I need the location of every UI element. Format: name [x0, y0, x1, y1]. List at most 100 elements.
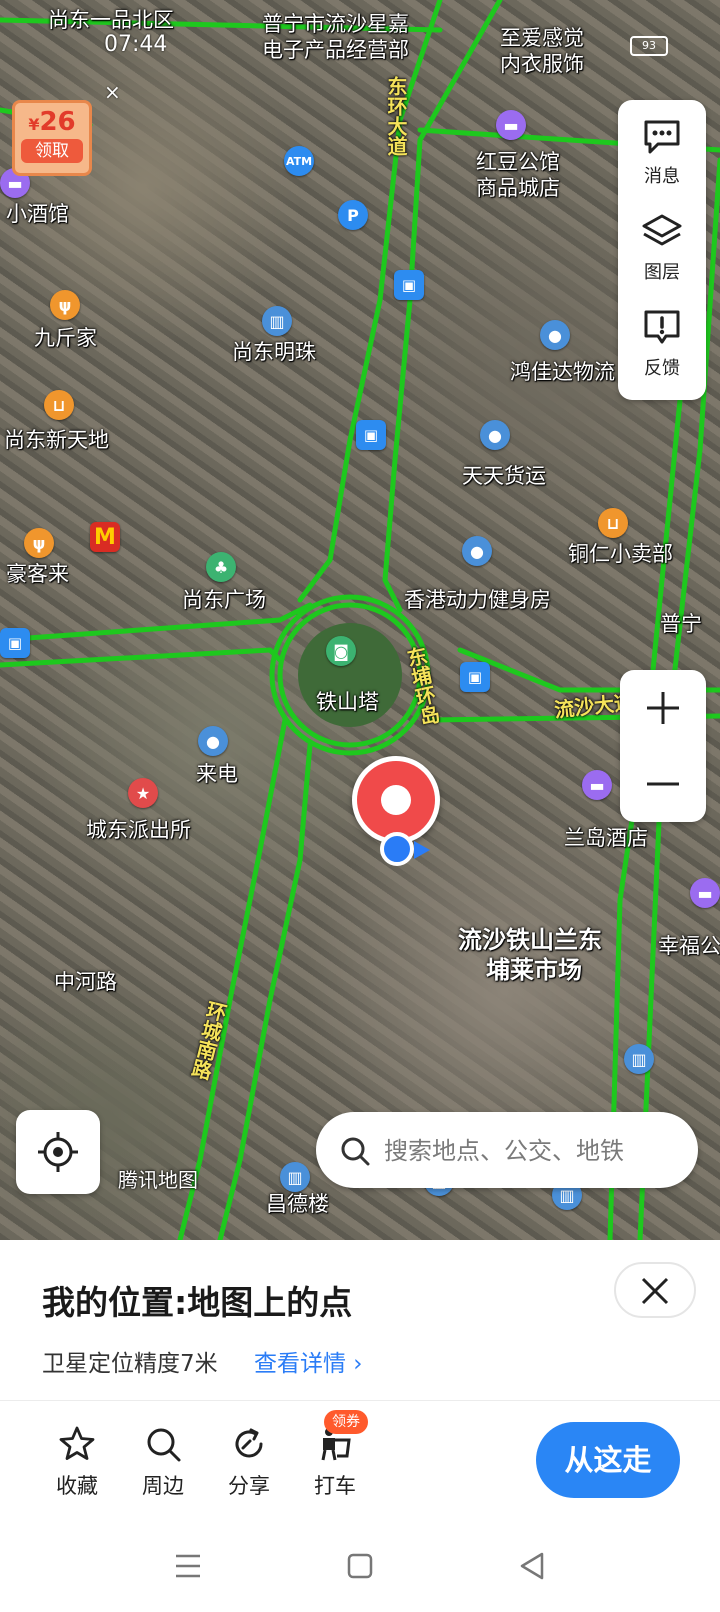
bus-stop-icon[interactable]: ▣ — [0, 628, 30, 658]
status-bar: 07:44 93 — [0, 28, 720, 64]
satellite-map[interactable]: 尚东一品北区 普宁市流沙星嘉 电子产品经营部 至爱感觉 内衣服饰 红豆公馆 商品… — [0, 0, 720, 1240]
police-icon[interactable]: ★ — [128, 778, 158, 808]
park-icon[interactable]: ♣ — [206, 552, 236, 582]
share-icon — [235, 1428, 263, 1458]
place-label[interactable]: 幸福公 — [658, 934, 720, 958]
messages-label: 消息 — [644, 166, 680, 187]
location-poi-icon[interactable]: ● — [198, 726, 228, 756]
share-label: 分享 — [228, 1474, 270, 1498]
plus-icon — [647, 692, 679, 724]
view-details-link[interactable]: 查看详情 › — [254, 1344, 363, 1378]
home-icon[interactable] — [340, 1546, 380, 1586]
layers-icon — [642, 214, 682, 246]
close-button[interactable] — [614, 1262, 696, 1318]
place-label[interactable]: 尚东明珠 — [232, 340, 316, 364]
location-poi-icon[interactable]: ● — [462, 536, 492, 566]
place-label[interactable]: 铁山塔 — [316, 690, 379, 714]
my-location-dot — [380, 832, 414, 866]
taxi-label: 打车 — [314, 1474, 356, 1498]
place-label[interactable]: 普宁 — [660, 612, 702, 636]
taxi-button[interactable]: 打车 领券 — [292, 1410, 378, 1510]
place-label[interactable]: 小酒馆 — [6, 202, 69, 226]
divider — [0, 1400, 720, 1401]
location-poi-icon[interactable]: ● — [480, 420, 510, 450]
coupon-close-icon[interactable]: × — [104, 80, 121, 104]
layers-button[interactable]: 图层 — [618, 200, 706, 292]
hotel-icon[interactable]: ▬ — [582, 770, 612, 800]
location-pin-icon[interactable] — [352, 756, 440, 844]
zoom-out-button[interactable] — [620, 746, 706, 822]
atm-icon[interactable]: ATM — [284, 146, 314, 176]
location-poi-icon[interactable]: ● — [540, 320, 570, 350]
nearby-label: 周边 — [142, 1474, 184, 1498]
menu-icon[interactable] — [168, 1546, 208, 1586]
place-label[interactable]: 埔莱市场 — [486, 958, 582, 982]
mcdonalds-icon[interactable]: M — [90, 522, 120, 552]
star-icon — [59, 1426, 95, 1460]
search-input[interactable] — [382, 1128, 686, 1174]
place-label[interactable]: 中河路 — [54, 970, 117, 994]
zoom-control — [620, 670, 706, 822]
place-label[interactable]: 铜仁小卖部 — [568, 542, 673, 566]
place-label[interactable]: 天天货运 — [462, 464, 546, 488]
layers-label: 图层 — [644, 262, 680, 283]
heading-arrow-icon — [414, 841, 430, 859]
gps-accuracy: 卫星定位精度7米 — [42, 1351, 218, 1377]
search-icon — [341, 1137, 370, 1166]
place-label[interactable]: 九斤家 — [34, 326, 97, 350]
screen: 尚东一品北区 普宁市流沙星嘉 电子产品经营部 至爱感觉 内衣服饰 红豆公馆 商品… — [0, 0, 720, 1612]
zoom-in-button[interactable] — [620, 670, 706, 746]
place-label[interactable]: 商品城店 — [476, 176, 560, 200]
share-button[interactable]: 分享 — [206, 1416, 292, 1510]
side-panel: 消息 图层 反馈 — [618, 100, 706, 400]
place-label[interactable]: 尚东新天地 — [4, 428, 109, 452]
back-icon[interactable] — [512, 1546, 552, 1586]
road-network — [0, 0, 720, 1240]
scenic-spot-icon[interactable]: ◙ — [326, 636, 356, 666]
coupon-amount: ¥26 — [28, 107, 76, 137]
nearby-button[interactable]: 周边 — [120, 1416, 206, 1510]
place-label[interactable]: 城东派出所 — [86, 818, 191, 842]
place-label[interactable]: 兰岛酒店 — [564, 826, 648, 850]
parking-icon[interactable]: P — [338, 200, 368, 230]
shop-icon[interactable]: ⊔ — [598, 508, 628, 538]
locate-me-button[interactable] — [16, 1110, 100, 1194]
food-icon[interactable]: ψ — [24, 528, 54, 558]
road-label: 东环大道 — [384, 76, 408, 156]
go-from-here-button[interactable]: 从这走 — [536, 1422, 680, 1498]
place-label[interactable]: 豪客来 — [6, 562, 69, 586]
message-icon — [644, 120, 680, 154]
place-label[interactable]: 鸿佳达物流 — [510, 360, 615, 384]
bus-stop-icon[interactable]: ▣ — [460, 662, 490, 692]
place-label[interactable]: 来电 — [196, 762, 238, 786]
coupon-card[interactable]: ¥26 领取 — [12, 100, 92, 176]
status-time: 07:44 — [104, 32, 168, 57]
hotel-icon[interactable]: ▬ — [690, 878, 720, 908]
coupon-claim-button[interactable]: 领取 — [21, 139, 83, 163]
building-icon[interactable]: ▥ — [262, 306, 292, 336]
place-label[interactable]: 香港动力健身房 — [404, 588, 551, 612]
search-box[interactable] — [316, 1112, 698, 1188]
coupon-badge: 领券 — [324, 1410, 368, 1434]
place-title: 我的位置:地图上的点 — [42, 1283, 353, 1322]
place-label[interactable]: 流沙铁山兰东 — [458, 928, 602, 952]
messages-button[interactable]: 消息 — [618, 104, 706, 196]
bus-stop-icon[interactable]: ▣ — [394, 270, 424, 300]
place-label[interactable]: 红豆公馆 — [476, 150, 560, 174]
building-icon[interactable]: ▥ — [280, 1162, 310, 1192]
system-nav-bar — [0, 1520, 720, 1612]
search-icon — [147, 1428, 181, 1462]
hotel-icon[interactable]: ▬ — [496, 110, 526, 140]
food-icon[interactable]: ψ — [50, 290, 80, 320]
place-label[interactable]: 昌德楼 — [266, 1192, 329, 1216]
map-watermark: 腾讯地图 — [118, 1168, 198, 1192]
feedback-icon — [644, 310, 680, 344]
bus-stop-icon[interactable]: ▣ — [356, 420, 386, 450]
favorite-button[interactable]: 收藏 — [34, 1416, 120, 1510]
favorite-label: 收藏 — [56, 1474, 98, 1498]
place-label[interactable]: 尚东广场 — [182, 588, 266, 612]
shop-icon[interactable]: ⊔ — [44, 390, 74, 420]
feedback-label: 反馈 — [644, 358, 680, 379]
feedback-button[interactable]: 反馈 — [618, 296, 706, 388]
building-icon[interactable]: ▥ — [624, 1044, 654, 1074]
